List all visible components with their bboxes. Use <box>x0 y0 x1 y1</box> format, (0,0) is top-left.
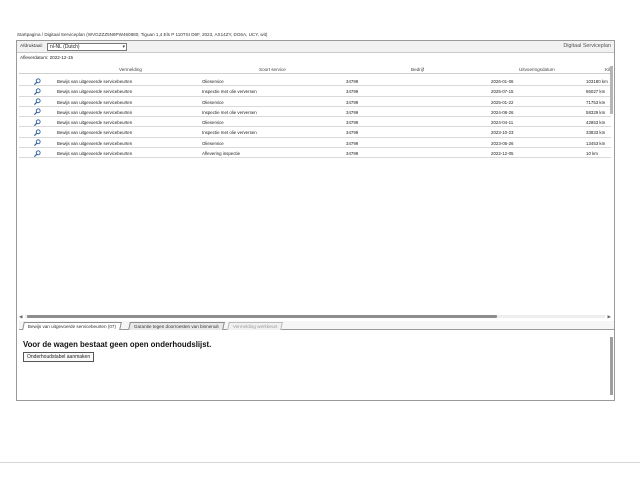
no-maintenance-list-message: Voor de wagen bestaat geen open onderhou… <box>23 340 212 349</box>
cell-datum: 2025-07-15 <box>491 89 514 95</box>
table-row[interactable]: Bewijs van uitgevoerde servicebeurten Oli… <box>19 76 611 87</box>
table-row[interactable]: Bewijs van uitgevoerde servicebeurten Ins… <box>19 127 611 138</box>
cell-km: 86027 km <box>586 89 606 95</box>
table-header: Vermelding Soort service Bedrijf Uitvoer… <box>19 66 613 74</box>
cell-datum: 2023-10-23 <box>491 130 514 136</box>
cell-vermelding: Bewijs van uitgevoerde servicebeurten <box>57 109 133 115</box>
column-header-soort-service[interactable]: Soort service <box>259 67 286 72</box>
cell-km: 103180 km <box>586 79 608 84</box>
table-row[interactable]: Bewijs van uitgevoerde servicebeurten Oli… <box>19 97 611 107</box>
cell-km: 10 km <box>586 151 598 157</box>
cell-km: 33833 km <box>586 130 606 136</box>
topbar: Afdruktaal: nl-NL (Dutch) ▾ Digitaal Ser… <box>17 41 614 53</box>
cell-vermelding: Bewijs van uitgevoerde servicebeurten <box>57 130 133 136</box>
cell-bedrijf: 34799 <box>346 151 359 157</box>
page-divider <box>0 462 640 463</box>
cell-soort: Olieservice <box>202 99 224 105</box>
magnifier-icon[interactable] <box>34 119 41 126</box>
cell-vermelding: Bewijs van uitgevoerde servicebeurten <box>57 151 133 157</box>
service-table-body: Bewijs van uitgevoerde servicebeurten Oli… <box>19 76 611 159</box>
cell-soort: Olieservice <box>202 79 224 84</box>
service-plan-frame: Afdruktaal: nl-NL (Dutch) ▾ Digitaal Ser… <box>16 40 615 401</box>
cell-vermelding: Bewijs van uitgevoerde servicebeurten <box>57 120 133 126</box>
cell-soort: Inspectie met olie verversen <box>202 109 257 115</box>
tab-bar: Bewijs van uitgevoerde servicebeurten (0… <box>19 321 614 330</box>
cell-km: 13453 km <box>586 140 606 146</box>
cell-datum: 2023-05-26 <box>491 140 514 146</box>
table-row[interactable]: Bewijs van uitgevoerde servicebeurten Afl… <box>19 148 611 159</box>
print-language-value: nl-NL (Dutch) <box>50 44 80 50</box>
cell-soort: Inspectie met olie verversen <box>202 130 257 136</box>
print-language-label: Afdruktaal: <box>20 44 43 49</box>
table-vertical-scrollbar[interactable] <box>610 66 613 114</box>
cell-bedrijf: 34799 <box>346 130 359 136</box>
cell-datum: 2022-12-05 <box>491 151 514 157</box>
scroll-left-icon[interactable]: ◀ <box>19 314 22 320</box>
cell-datum: 2026-01-06 <box>491 79 514 84</box>
scroll-thumb[interactable] <box>27 315 497 318</box>
tab-rust-warranty[interactable]: Garantie tegen doorroesten van binnenuit <box>128 322 225 330</box>
create-maintenance-table-button[interactable]: Onderhoudstabel aanmaken <box>23 352 95 362</box>
cell-datum: 2025-01-22 <box>491 99 514 105</box>
column-header-uitvoeringsdatum[interactable]: Uitvoeringsdatum <box>519 67 555 72</box>
print-language-select[interactable]: nl-NL (Dutch) ▾ <box>47 43 127 51</box>
panel-title: Digitaal Serviceplan <box>563 43 611 49</box>
cell-km: 58329 km <box>586 109 606 115</box>
magnifier-icon[interactable] <box>34 98 41 105</box>
breadcrumb: Startpagina / Digitaal Serviceplan (WVGZ… <box>17 32 268 37</box>
cell-datum: 2024-04-11 <box>491 120 514 126</box>
cell-bedrijf: 34799 <box>346 89 359 95</box>
cell-vermelding: Bewijs van uitgevoerde servicebeurten <box>57 79 133 84</box>
table-row[interactable]: Bewijs van uitgevoerde servicebeurten Oli… <box>19 117 611 128</box>
cell-soort: Inspectie met olie verversen <box>202 89 257 95</box>
column-header-bedrijf[interactable]: Bedrijf <box>411 67 424 72</box>
cell-soort: Olieservice <box>202 140 224 146</box>
scroll-right-icon[interactable]: ▶ <box>608 314 611 320</box>
cell-km: 42853 km <box>586 120 606 126</box>
column-header-vermelding[interactable]: Vermelding <box>119 67 142 72</box>
cell-soort: Olieservice <box>202 120 224 126</box>
table-row[interactable]: Bewijs van uitgevoerde servicebeurten Ins… <box>19 107 611 118</box>
magnifier-icon[interactable] <box>34 129 41 136</box>
cell-soort: Aflevering inspectie <box>202 151 241 157</box>
panel-vertical-scrollbar[interactable] <box>610 337 613 395</box>
magnifier-icon[interactable] <box>34 88 41 95</box>
magnifier-icon[interactable] <box>34 108 41 116</box>
magnifier-icon[interactable] <box>34 149 41 157</box>
tab-service-proof[interactable]: Bewijs van uitgevoerde servicebeurten (0… <box>22 322 122 330</box>
cell-datum: 2024-08-26 <box>491 109 514 115</box>
cell-bedrijf: 34799 <box>346 140 359 146</box>
chevron-down-icon: ▾ <box>122 44 125 50</box>
cell-bedrijf: 34799 <box>346 109 359 115</box>
cell-vermelding: Bewijs van uitgevoerde servicebeurten <box>57 89 133 95</box>
delivery-date: Afleverdatum: 2022-12-15 <box>20 55 74 60</box>
cell-bedrijf: 34799 <box>346 99 359 105</box>
table-row[interactable]: Bewijs van uitgevoerde servicebeurten Ins… <box>19 86 611 97</box>
tab-work-entry[interactable]: Vermelding werkbeurt <box>227 322 284 330</box>
cell-vermelding: Bewijs van uitgevoerde servicebeurten <box>57 140 133 146</box>
cell-km: 71753 km <box>586 99 606 105</box>
table-row[interactable]: Bewijs van uitgevoerde servicebeurten Oli… <box>19 138 611 149</box>
cell-bedrijf: 34799 <box>346 120 359 126</box>
table-horizontal-scrollbar[interactable]: ◀ ▶ <box>19 314 611 319</box>
cell-vermelding: Bewijs van uitgevoerde servicebeurten <box>57 99 133 105</box>
cell-bedrijf: 34799 <box>346 79 359 84</box>
tab-panel: Voor de wagen bestaat geen open onderhou… <box>19 331 614 399</box>
magnifier-icon[interactable] <box>34 139 41 147</box>
magnifier-icon[interactable] <box>34 77 41 85</box>
